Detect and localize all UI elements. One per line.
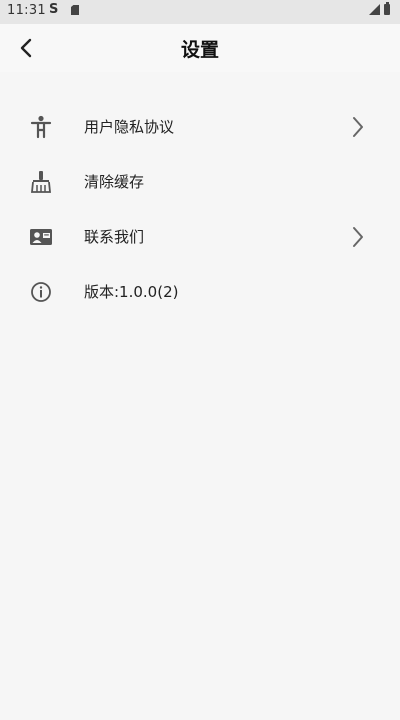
status-time: 11:31 — [7, 3, 46, 18]
page-title: 设置 — [180, 39, 219, 61]
person-icon — [29, 115, 53, 139]
menu-item-label: 清除缓存 — [84, 173, 145, 191]
menu-item-contact-us[interactable]: 联系我们 — [0, 209, 400, 264]
s-notification-icon: S — [49, 2, 59, 17]
menu-item-label: 联系我们 — [84, 228, 145, 246]
chevron-right-icon — [348, 225, 368, 249]
menu-item-label: 用户隐私协议 — [84, 118, 175, 136]
version-text: 版本:1.0.0(2) — [84, 283, 179, 301]
menu-item-version: 版本:1.0.0(2) — [0, 264, 400, 319]
chevron-right-icon — [348, 115, 368, 139]
settings-content: 用户隐私协议 清除缓存 联系我们 版本:1.0.0(2) — [0, 72, 400, 720]
contact-card-icon — [29, 225, 53, 249]
menu-item-clear-cache[interactable]: 清除缓存 — [0, 154, 400, 209]
info-icon — [29, 280, 53, 304]
app-header: 设置 — [0, 24, 400, 72]
menu-item-privacy-policy[interactable]: 用户隐私协议 — [0, 99, 400, 154]
status-indicators — [369, 2, 390, 15]
battery-icon — [384, 2, 390, 15]
signal-icon — [369, 4, 380, 15]
settings-list: 用户隐私协议 清除缓存 联系我们 版本:1.0.0(2) — [0, 99, 400, 319]
broom-icon — [29, 170, 53, 194]
status-bar: 11:31 S — [0, 0, 400, 24]
sd-card-icon — [71, 5, 79, 15]
